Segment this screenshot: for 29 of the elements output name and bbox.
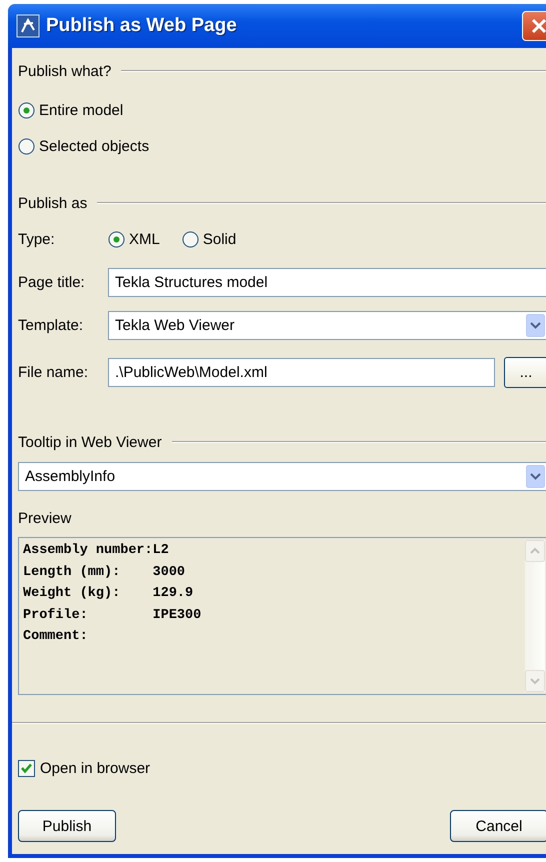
window-title: Publish as Web Page <box>46 15 237 37</box>
field-label: Type: <box>18 231 56 248</box>
preview-line: Profile: IPE300 <box>23 606 202 624</box>
radio-button[interactable]: XML <box>108 231 160 248</box>
group-label: Publish what? <box>18 62 112 80</box>
section-label: Preview <box>18 510 72 526</box>
file-name-field[interactable]: .\PublicWeb\Model.xml <box>108 358 495 386</box>
preview-line: Length (mm): 3000 <box>23 564 186 582</box>
field-label: File name: <box>18 364 90 380</box>
field-label: Template: <box>18 317 84 334</box>
dialog-button[interactable]: Cancel <box>450 810 546 842</box>
tooltip-dropdown[interactable]: AssemblyInfo <box>18 462 546 490</box>
group-label: Publish as <box>18 194 88 212</box>
preview-line: Assembly number:L2 <box>23 542 170 560</box>
page-title-field[interactable]: Tekla Structures model <box>108 268 546 297</box>
close-button[interactable] <box>522 11 546 41</box>
browse-button[interactable]: ... <box>504 356 546 388</box>
radio-button[interactable]: Solid <box>182 231 236 248</box>
preview-line: Weight (kg): 129.9 <box>23 585 194 603</box>
open-in-browser-checkbox[interactable]: Open in browser <box>18 756 546 780</box>
preview-line: Comment: <box>23 628 89 646</box>
group-label: Tooltip in Web Viewer <box>18 434 162 450</box>
dialog-button[interactable]: Publish <box>18 810 116 842</box>
app-icon <box>16 14 40 38</box>
radio-button[interactable]: Selected objects <box>18 138 150 154</box>
close-icon <box>530 17 546 35</box>
template-dropdown[interactable]: Tekla Web Viewer <box>108 311 546 340</box>
radio-button[interactable]: Entire model <box>18 102 124 118</box>
field-label: Page title: <box>18 274 86 291</box>
